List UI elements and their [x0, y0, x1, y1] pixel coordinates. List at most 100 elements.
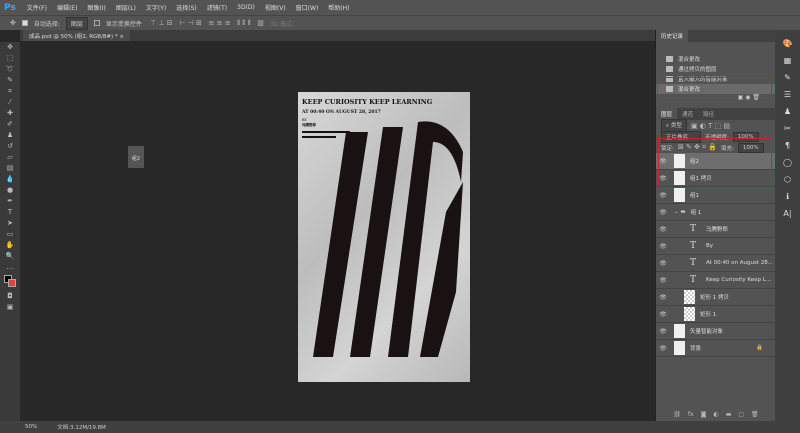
link-icon[interactable]: ⛓	[673, 411, 681, 418]
history-brush-icon[interactable]: ↺	[0, 141, 20, 152]
layer-row[interactable]: 👁 T By	[656, 238, 775, 255]
screen-mode-icon[interactable]: ▣	[0, 302, 20, 313]
layer-filter-row: ⌕ 类型 ▣ ◐ T ⬚ ▤	[656, 119, 775, 132]
quick-mask-icon[interactable]: ◘	[0, 291, 20, 302]
character-icon[interactable]: A|	[775, 205, 800, 222]
layer-row[interactable]: 👁 矢量智能对象	[656, 323, 775, 340]
zoom-level[interactable]: 50%	[25, 424, 37, 430]
fx-icon[interactable]: fx	[688, 411, 694, 418]
visibility-eye-icon[interactable]: 👁	[656, 209, 670, 216]
crop-icon[interactable]: ⌗	[0, 86, 20, 97]
lasso-icon[interactable]: ➰	[0, 64, 20, 75]
navigator-icon[interactable]: ◯	[775, 154, 800, 171]
lock-icon: 🔒	[756, 345, 763, 351]
layer-row[interactable]: 👁 矩形 1 拷贝	[656, 289, 775, 306]
layer-thumbnail	[684, 307, 695, 321]
document-tab[interactable]: 成品.psd @ 50% (组2, RGB/8#) * ×	[23, 30, 131, 41]
visibility-eye-icon[interactable]: 👁	[656, 294, 670, 301]
folder-icon[interactable]: ▬	[726, 411, 732, 418]
move-icon[interactable]: ✥	[0, 42, 20, 53]
more-icon[interactable]: …	[0, 262, 20, 273]
menu-file[interactable]: 文件(F)	[22, 3, 52, 12]
zoom-icon[interactable]: 🔍	[0, 251, 20, 262]
new-layer-icon[interactable]: ▢	[738, 411, 744, 418]
shape-icon[interactable]: ▭	[0, 229, 20, 240]
layer-name: 矩形 1	[700, 312, 717, 318]
swatches-icon[interactable]: ▦	[775, 52, 800, 69]
menu-edit[interactable]: 编辑(E)	[52, 3, 82, 12]
layer-row[interactable]: 👁 T 马腾野郎	[656, 221, 775, 238]
history-item-label: 混合更改	[678, 57, 701, 63]
layer-thumbnail	[674, 341, 685, 355]
layer-row[interactable]: 👁 ⌄ ▬ 组 1	[656, 204, 775, 221]
filter-type-icons[interactable]: ▣ ◐ T ⬚ ▤	[691, 122, 730, 130]
eraser-icon[interactable]: ▱	[0, 152, 20, 163]
paragraph-icon[interactable]: ¶	[775, 137, 800, 154]
dodge-icon[interactable]: ●	[0, 185, 20, 196]
auto-select-dropdown[interactable]: 图层	[65, 16, 88, 30]
layer-name: At 00:40 on August 28...	[706, 260, 774, 266]
type-icon[interactable]: T	[0, 207, 20, 218]
brush-preset-icon[interactable]: ✎	[775, 69, 800, 86]
visibility-eye-icon[interactable]: 👁	[656, 243, 670, 250]
menu-window[interactable]: 窗口(W)	[291, 3, 324, 12]
history-item[interactable]: 混合更改	[656, 54, 775, 64]
visibility-eye-icon[interactable]: 👁	[656, 260, 670, 267]
3d-icon[interactable]: ⬡	[775, 171, 800, 188]
marquee-icon[interactable]: ⬚	[0, 53, 20, 64]
menu-3d[interactable]: 3D(D)	[232, 4, 260, 11]
healing-icon[interactable]: ✚	[0, 108, 20, 119]
menu-image[interactable]: 图像(I)	[82, 3, 110, 12]
align-icons[interactable]: ⊤ ⊥ ⊟ ⊢ ⊣ ⊞ ≡ ≡ ≡ ⫴ ⫴ ⫴ ▥	[148, 19, 264, 28]
visibility-eye-icon[interactable]: 👁	[656, 328, 670, 335]
path-select-icon[interactable]: ➤	[0, 218, 20, 229]
document-tab-title: 成品.psd @ 50% (组2, RGB/8#) *	[29, 34, 118, 40]
mask-icon[interactable]: ◙	[701, 411, 707, 418]
layer-row[interactable]: 👁 T Keep Curiosity Keep L...	[656, 272, 775, 289]
visibility-eye-icon[interactable]: 👁	[656, 311, 670, 318]
visibility-eye-icon[interactable]: 👁	[656, 277, 670, 284]
move-tool-icon[interactable]: ✥	[10, 19, 16, 27]
layer-row[interactable]: 👁 T At 00:40 on August 28...	[656, 255, 775, 272]
document-size: 文档:3.12M/19.8M	[57, 425, 106, 431]
visibility-eye-icon[interactable]: 👁	[656, 226, 670, 233]
brush-icon[interactable]: ✐	[0, 119, 20, 130]
menu-help[interactable]: 帮助(H)	[323, 3, 354, 12]
history-item[interactable]: 通过拷贝的图层	[656, 64, 775, 74]
document-tab-bar: 成品.psd @ 50% (组2, RGB/8#) * ×	[20, 30, 655, 41]
menu-layer[interactable]: 图层(L)	[111, 3, 141, 12]
clone-source-icon[interactable]: ♟	[775, 103, 800, 120]
color-icon[interactable]: 🎨	[775, 35, 800, 52]
gradient-icon[interactable]: ▤	[0, 163, 20, 174]
menu-view[interactable]: 视图(V)	[260, 3, 291, 12]
layer-row[interactable]: 👁 矩形 1	[656, 306, 775, 323]
blur-icon[interactable]: 💧	[0, 174, 20, 185]
eyedropper-icon[interactable]: ⁄	[0, 97, 20, 108]
tools-icon[interactable]: ✂	[775, 120, 800, 137]
tab-history[interactable]: 历史记录	[656, 30, 689, 42]
menu-type[interactable]: 文字(Y)	[141, 3, 171, 12]
quick-select-icon[interactable]: ✎	[0, 75, 20, 86]
menu-filter[interactable]: 滤镜(T)	[202, 3, 232, 12]
layer-row[interactable]: 👁 背景 🔒	[656, 340, 775, 357]
auto-select-label: 自动选择:	[33, 20, 60, 28]
options-bar: ✥ 自动选择: 图层 显示变换控件 ⊤ ⊥ ⊟ ⊢ ⊣ ⊞ ≡ ≡ ≡ ⫴ ⫴ …	[0, 15, 800, 30]
collapsed-panel-icons: 🎨 ▦ ✎ ☰ ♟ ✂ ¶ ◯ ⬡ ℹ A|	[775, 30, 800, 421]
close-tab-icon[interactable]: ×	[119, 34, 124, 40]
color-swatches[interactable]	[0, 273, 20, 291]
visibility-eye-icon[interactable]: 👁	[656, 345, 670, 352]
auto-select-checkbox[interactable]	[21, 20, 28, 26]
info-icon[interactable]: ℹ	[775, 188, 800, 205]
delete-icon[interactable]: 🗑	[751, 411, 759, 418]
adjustment-icon[interactable]: ◐	[713, 411, 718, 418]
pen-icon[interactable]: ✒	[0, 196, 20, 207]
stamp-icon[interactable]: ♟	[0, 130, 20, 141]
show-transform-checkbox[interactable]	[93, 20, 100, 26]
visibility-eye-icon[interactable]: 👁	[656, 192, 670, 199]
hand-icon[interactable]: ✋	[0, 240, 20, 251]
layer-row[interactable]: 👁 组1	[656, 187, 775, 204]
tab-paths[interactable]: 路径	[698, 108, 719, 120]
folder-icon: ⌄ ▬	[674, 209, 686, 215]
adjustments-icon[interactable]: ☰	[775, 86, 800, 103]
menu-select[interactable]: 选择(S)	[171, 3, 202, 12]
